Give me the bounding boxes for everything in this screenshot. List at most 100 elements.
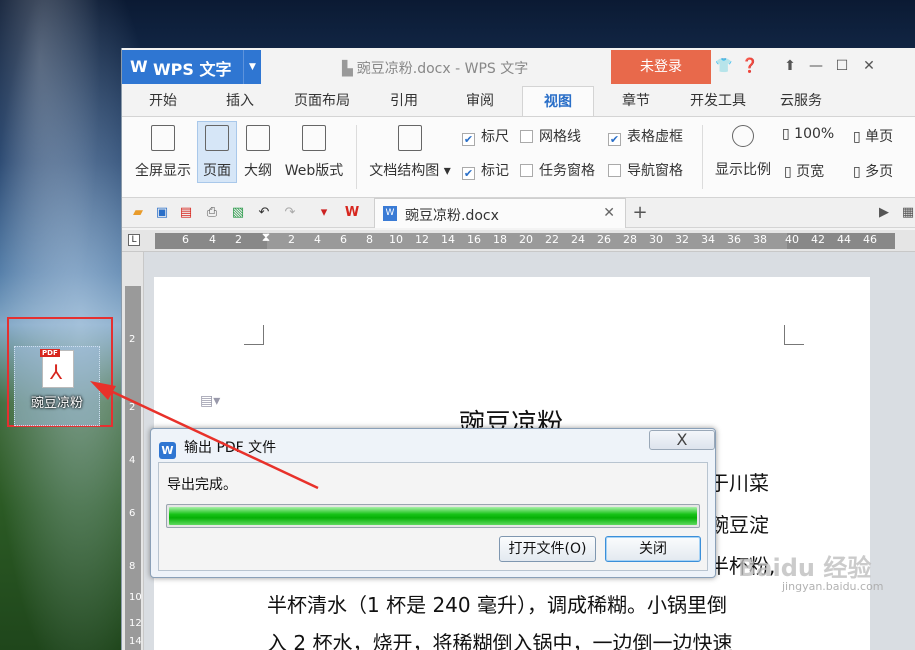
new-tab-plus-icon[interactable]: +: [632, 204, 648, 222]
doc-structure-button[interactable]: 文档结构图 ▾: [365, 125, 455, 180]
magnifier-icon: [732, 125, 754, 147]
task-pane-label: 任务窗格: [539, 163, 595, 179]
marks-label: 标记: [481, 163, 509, 179]
close-tab-icon[interactable]: ✕: [603, 205, 615, 221]
checkbox-empty-icon: [520, 130, 533, 143]
outline-icon: [246, 125, 270, 151]
checkbox-checked-icon: ✔: [608, 133, 621, 146]
nav-pane-checkbox[interactable]: 导航窗格: [608, 160, 683, 180]
gridlines-label: 网格线: [539, 129, 581, 145]
fullscreen-button[interactable]: 全屏显示: [130, 125, 196, 180]
web-view-button[interactable]: Web版式: [280, 125, 348, 180]
multi-page-button[interactable]: ▯ 多页: [853, 161, 893, 181]
print-icon[interactable]: ⎙: [204, 205, 220, 221]
undo-icon[interactable]: ↶: [256, 205, 272, 221]
collapse-icon[interactable]: ▶: [876, 205, 892, 221]
single-page-button[interactable]: ▯ 单页: [853, 126, 893, 146]
maximize-icon[interactable]: ☐: [832, 56, 852, 76]
options-icon[interactable]: ▦: [900, 205, 915, 221]
ruler-number: 40: [785, 233, 799, 246]
checkbox-empty-icon: [608, 164, 621, 177]
progress-fill: [169, 507, 697, 525]
web-view-icon: [302, 125, 326, 151]
ruler-number: 44: [837, 233, 851, 246]
outline-button[interactable]: 大纲: [240, 125, 276, 180]
checkbox-checked-icon: ✔: [462, 167, 475, 180]
tab-stop-selector[interactable]: L: [128, 234, 140, 246]
ribbon-tabs: 开始 插入 页面布局 引用 审阅 视图 章节 开发工具 云服务: [122, 86, 915, 116]
single-page-label: 单页: [865, 129, 894, 145]
page-view-button[interactable]: 页面: [197, 121, 237, 183]
open-folder-icon[interactable]: ▰: [130, 205, 146, 221]
ruler-checkbox[interactable]: ✔ 标尺: [462, 126, 509, 146]
app-menu-button[interactable]: W WPS 文字 ▼: [122, 50, 261, 84]
save-icon[interactable]: ▣: [154, 205, 170, 221]
checkbox-checked-icon: ✔: [462, 133, 475, 146]
ruler-number: 4: [209, 233, 216, 246]
wps-red-logo-icon[interactable]: W: [344, 205, 360, 221]
close-window-icon[interactable]: ✕: [859, 56, 879, 76]
doc-structure-icon: [398, 125, 422, 151]
task-pane-checkbox[interactable]: 任务窗格: [520, 160, 595, 180]
tab-references[interactable]: 引用: [374, 86, 434, 116]
file-icon: ▙: [342, 61, 353, 77]
title-bar: W WPS 文字 ▼ ▙ 豌豆凉粉.docx - WPS 文字 未登录 👕 ❓ ⬆…: [122, 48, 915, 86]
tab-start[interactable]: 开始: [132, 86, 194, 116]
desktop-icon-highlight: PDF ⅄ 豌豆凉粉: [7, 317, 113, 427]
quick-bar-dropdown-icon[interactable]: ▾: [316, 205, 332, 221]
tab-view[interactable]: 视图: [522, 86, 594, 116]
page-width-button[interactable]: ▯ 页宽: [784, 161, 824, 181]
body-text-line: 半杯清水（1 杯是 240 毫升），调成稀糊。小锅里倒: [267, 593, 727, 617]
minimize-icon[interactable]: —: [806, 56, 826, 76]
close-dialog-button[interactable]: 关闭: [605, 536, 701, 562]
dialog-body: 导出完成。 打开文件(O) 关闭: [158, 462, 708, 571]
ruler-number: 8: [366, 233, 373, 246]
acrobat-icon: ⅄: [50, 360, 63, 384]
ruler-number: 4: [314, 233, 321, 246]
ruler-number: 46: [863, 233, 877, 246]
window-title: ▙ 豌豆凉粉.docx - WPS 文字: [342, 58, 528, 78]
export-pdf-icon[interactable]: ▤: [178, 205, 194, 221]
help-icon[interactable]: ❓: [740, 56, 760, 76]
marks-checkbox[interactable]: ✔ 标记: [462, 160, 509, 180]
ruler-number: 2: [288, 233, 295, 246]
pdf-file-icon: PDF ⅄: [40, 349, 74, 388]
ruler-number: 34: [701, 233, 715, 246]
zoom-100-button[interactable]: ▯ 100%: [782, 126, 834, 142]
baidu-watermark: Baidu 经验: [738, 554, 872, 582]
ruler-number: 12: [415, 233, 429, 246]
zoom-button[interactable]: 显示比例: [710, 125, 776, 179]
quick-access-bar: ▰ ▣ ▤ ⎙ ▧ ↶ ↷ ▾ W W 豌豆凉粉.docx ✕ + ▶ ▦: [122, 198, 915, 228]
table-gridlines-label: 表格虚框: [627, 129, 683, 145]
export-pdf-dialog: W 输出 PDF 文件 X 导出完成。 打开文件(O) 关闭: [150, 428, 716, 578]
print-preview-icon[interactable]: ▧: [230, 205, 246, 221]
dialog-close-button[interactable]: X: [649, 430, 715, 450]
ruler-label: 标尺: [481, 129, 509, 145]
vruler-number: 2: [129, 402, 136, 413]
pin-icon[interactable]: ⬆: [780, 56, 800, 76]
tab-insert[interactable]: 插入: [209, 86, 271, 116]
skin-icon[interactable]: 👕: [714, 56, 734, 76]
wps-logo-icon: W: [159, 442, 176, 459]
export-status-message: 导出完成。: [167, 477, 237, 493]
redo-icon[interactable]: ↷: [282, 205, 298, 221]
tab-page-layout[interactable]: 页面布局: [285, 86, 359, 116]
doc-structure-label: 文档结构图 ▾: [369, 163, 451, 179]
indent-marker-icon[interactable]: ⧗: [261, 230, 271, 252]
paragraph-options-icon[interactable]: ▤▾: [200, 393, 220, 409]
open-file-button[interactable]: 打开文件(O): [499, 536, 596, 562]
tab-cloud[interactable]: 云服务: [768, 86, 834, 116]
ribbon-separator: [356, 125, 357, 189]
gridlines-checkbox[interactable]: 网格线: [520, 126, 581, 146]
export-progress-bar: [166, 504, 700, 528]
tab-developer[interactable]: 开发工具: [678, 86, 758, 116]
desktop-file-pdf[interactable]: PDF ⅄ 豌豆凉粉: [14, 346, 100, 426]
table-gridlines-checkbox[interactable]: ✔ 表格虚框: [608, 126, 683, 146]
tab-sections[interactable]: 章节: [606, 86, 666, 116]
body-text-line: 豌豆淀: [709, 513, 769, 537]
login-button[interactable]: 未登录: [611, 50, 711, 84]
chevron-down-icon[interactable]: ▼: [243, 50, 261, 84]
document-tab-name: 豌豆凉粉.docx: [405, 208, 499, 224]
document-tab[interactable]: W 豌豆凉粉.docx ✕: [374, 198, 626, 228]
tab-review[interactable]: 审阅: [450, 86, 510, 116]
